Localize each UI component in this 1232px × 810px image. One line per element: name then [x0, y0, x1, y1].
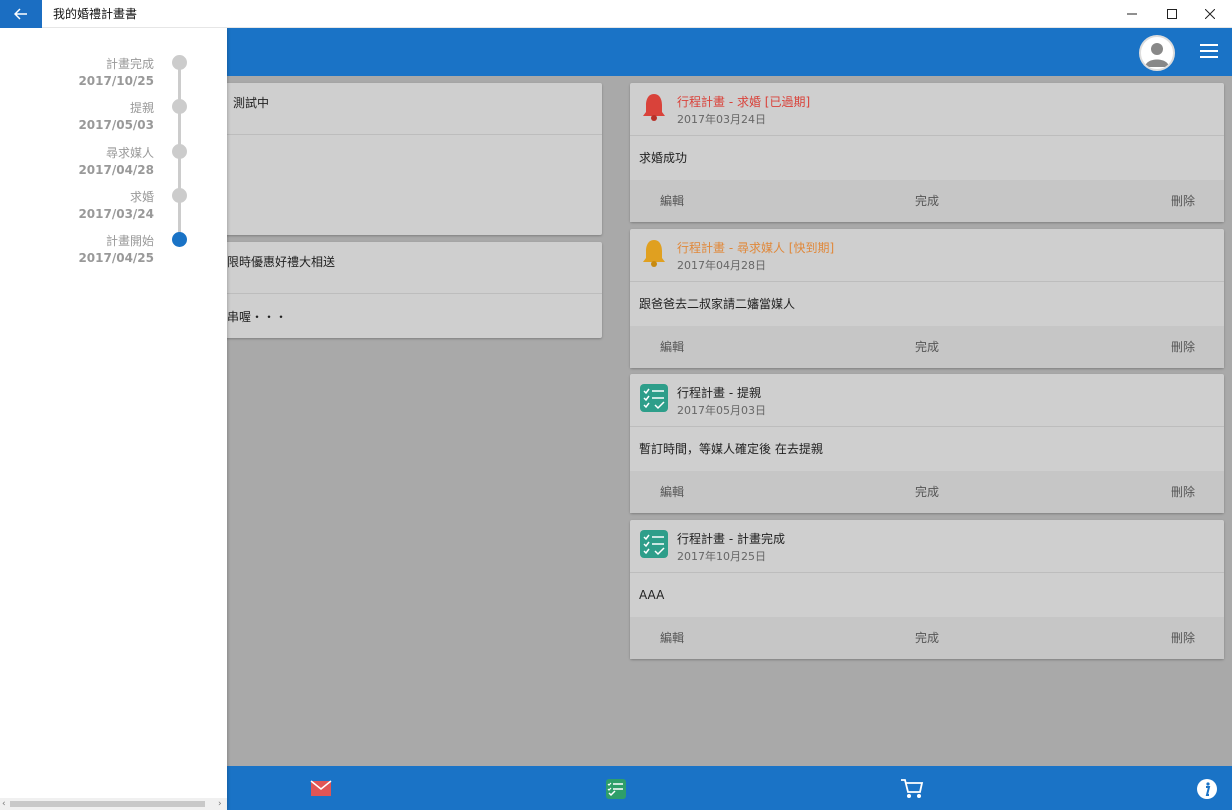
timeline-label: 計畫開始 — [105, 234, 154, 248]
hamburger-icon — [1200, 44, 1218, 46]
card-header: 行程計畫 - 求婚 [已過期] 2017年03月24日 — [630, 83, 1224, 136]
timeline-item[interactable]: 提親 2017/05/03 — [78, 100, 154, 134]
card-header: 行程計畫 - 尋求媒人 [快到期] 2017年04月28日 — [630, 229, 1224, 282]
left-card-header-text: 限時優惠好禮大相送 — [227, 255, 336, 269]
title-bar: 我的婚禮計畫書 — [0, 0, 1232, 28]
edit-button[interactable]: 編輯 — [660, 326, 684, 368]
timeline-label: 提親 — [129, 101, 154, 115]
maximize-icon — [1167, 9, 1177, 19]
done-button[interactable]: 完成 — [915, 471, 939, 513]
hamburger-icon-bar — [1200, 50, 1218, 52]
delete-button[interactable]: 刪除 — [1171, 326, 1195, 368]
card-date: 2017年03月24日 — [677, 113, 766, 126]
mail-icon[interactable] — [310, 778, 332, 798]
card-date: 2017年04月28日 — [677, 259, 766, 272]
edit-button[interactable]: 編輯 — [660, 180, 684, 222]
card-actions: 編輯 完成 刪除 — [630, 471, 1224, 513]
card-date: 2017年10月25日 — [677, 550, 766, 563]
card-actions: 編輯 完成 刪除 — [630, 180, 1224, 222]
minimize-button[interactable] — [1112, 0, 1152, 28]
scrollbar-thumb[interactable] — [10, 801, 205, 807]
timeline-dot — [172, 188, 187, 203]
card-body: 跟爸爸去二叔家請二嬸當媒人 — [639, 297, 796, 311]
user-icon — [1145, 43, 1169, 67]
user-avatar[interactable] — [1139, 35, 1175, 71]
timeline-dot — [172, 99, 187, 114]
schedule-card[interactable]: 行程計畫 - 計畫完成 2017年10月25日 AAA 編輯 完成 刪除 — [630, 520, 1224, 659]
timeline-panel: 計畫完成 2017/10/25 提親 2017/05/03 尋求媒人 2017/… — [0, 28, 227, 810]
delete-button[interactable]: 刪除 — [1171, 471, 1195, 513]
left-card-body-text: 串喔・・・ — [227, 310, 288, 324]
timeline-item[interactable]: 計畫完成 2017/10/25 — [78, 56, 154, 90]
horizontal-scrollbar[interactable]: ‹ › — [0, 798, 227, 810]
card-body: AAA — [639, 588, 665, 602]
timeline-item[interactable]: 計畫開始 2017/04/25 — [78, 233, 154, 267]
schedule-card[interactable]: 行程計畫 - 求婚 [已過期] 2017年03月24日 求婚成功 編輯 完成 刪… — [630, 83, 1224, 222]
scroll-left-icon[interactable]: ‹ — [2, 798, 6, 810]
cart-icon[interactable] — [900, 778, 924, 800]
arrow-left-icon — [14, 8, 27, 20]
done-button[interactable]: 完成 — [915, 180, 939, 222]
menu-button[interactable] — [1200, 44, 1218, 60]
checklist-icon[interactable] — [605, 778, 627, 800]
checklist-icon — [640, 384, 668, 412]
minimize-icon — [1127, 13, 1137, 15]
timeline-item[interactable]: 求婚 2017/03/24 — [78, 189, 154, 223]
card-header: 行程計畫 - 計畫完成 2017年10月25日 — [630, 520, 1224, 573]
timeline-date: 2017/04/25 — [78, 251, 154, 265]
done-button[interactable]: 完成 — [915, 617, 939, 659]
done-button[interactable]: 完成 — [915, 326, 939, 368]
info-icon[interactable] — [1196, 778, 1218, 800]
timeline-dot — [172, 55, 187, 70]
timeline-date: 2017/05/03 — [78, 118, 154, 132]
left-card-header-text: 測試中 — [233, 96, 270, 110]
timeline-date: 2017/10/25 — [78, 74, 154, 88]
bell-icon — [643, 94, 665, 121]
timeline-dot — [172, 144, 187, 159]
scroll-right-icon[interactable]: › — [218, 798, 222, 810]
timeline-label: 尋求媒人 — [105, 146, 154, 160]
bell-icon — [643, 240, 665, 267]
timeline-label: 計畫完成 — [105, 57, 154, 71]
timeline-date: 2017/03/24 — [78, 207, 154, 221]
schedule-card[interactable]: 行程計畫 - 提親 2017年05月03日 暫訂時間，等媒人確定後 在去提親 編… — [630, 374, 1224, 513]
window-title: 我的婚禮計畫書 — [53, 7, 138, 21]
delete-button[interactable]: 刪除 — [1171, 617, 1195, 659]
card-title: 行程計畫 - 求婚 [已過期] — [677, 95, 811, 109]
card-title: 行程計畫 - 計畫完成 — [677, 532, 785, 546]
timeline-item[interactable]: 尋求媒人 2017/04/28 — [78, 145, 154, 179]
schedule-card[interactable]: 行程計畫 - 尋求媒人 [快到期] 2017年04月28日 跟爸爸去二叔家請二嬸… — [630, 229, 1224, 368]
close-icon — [1205, 9, 1215, 19]
close-button[interactable] — [1190, 0, 1230, 28]
card-header: 行程計畫 - 提親 2017年05月03日 — [630, 374, 1224, 427]
card-title: 行程計畫 - 提親 — [677, 386, 761, 400]
card-actions: 編輯 完成 刪除 — [630, 617, 1224, 659]
card-date: 2017年05月03日 — [677, 404, 766, 417]
timeline-dot-active — [172, 232, 187, 247]
timeline-label: 求婚 — [129, 190, 154, 204]
card-actions: 編輯 完成 刪除 — [630, 326, 1224, 368]
card-body: 求婚成功 — [639, 151, 688, 165]
checklist-icon — [640, 530, 668, 558]
edit-button[interactable]: 編輯 — [660, 617, 684, 659]
edit-button[interactable]: 編輯 — [660, 471, 684, 513]
maximize-button[interactable] — [1152, 0, 1192, 28]
delete-button[interactable]: 刪除 — [1171, 180, 1195, 222]
hamburger-icon-bar — [1200, 56, 1218, 58]
timeline-date: 2017/04/28 — [78, 163, 154, 177]
card-title: 行程計畫 - 尋求媒人 [快到期] — [677, 241, 835, 255]
back-button[interactable] — [0, 0, 42, 28]
card-body: 暫訂時間，等媒人確定後 在去提親 — [639, 442, 823, 456]
